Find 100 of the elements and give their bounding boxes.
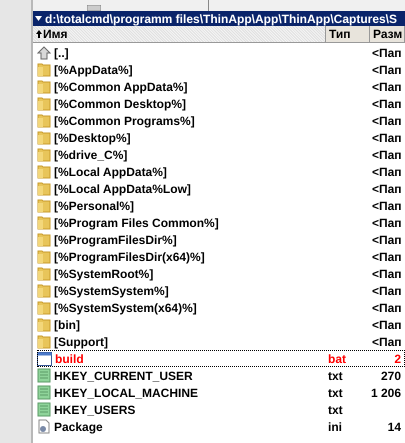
file-size: <Пап: [372, 78, 402, 96]
file-type: txt: [328, 368, 343, 382]
file-name: HKEY_USERS: [54, 402, 136, 418]
file-name: [Support]: [54, 334, 108, 350]
file-row[interactable]: [%Common Programs%] <Пап: [37, 112, 405, 129]
notepad-icon: [37, 402, 51, 417]
file-name: [%Program Files Common%]: [54, 214, 219, 232]
sort-arrow-icon: [36, 30, 42, 38]
file-row[interactable]: [%Common Desktop%] <Пап: [37, 95, 405, 112]
file-size: <Пап: [372, 214, 402, 232]
file-row[interactable]: [%Program Files Common%] <Пап: [37, 214, 405, 231]
folder-icon: [37, 62, 51, 77]
file-size: <Пап: [372, 44, 402, 62]
file-name: HKEY_LOCAL_MACHINE: [54, 384, 198, 402]
file-row[interactable]: [%Local AppData%Low] <Пап: [37, 180, 405, 197]
notepad-icon: [37, 368, 51, 383]
file-size: 270: [380, 368, 401, 384]
column-label: Разм: [373, 26, 402, 42]
folder-icon: [37, 266, 51, 281]
file-row[interactable]: [..] <Пап: [37, 44, 405, 61]
file-row[interactable]: HKEY_CURRENT_USER txt 270: [37, 367, 405, 384]
file-size: <Пап: [372, 300, 402, 316]
column-header[interactable]: Имя: [33, 26, 326, 43]
folder-icon: [37, 96, 51, 111]
file-row[interactable]: [%SystemRoot%] <Пап: [37, 265, 405, 282]
folder-icon: [37, 198, 51, 213]
file-row[interactable]: [%AppData%] <Пап: [37, 61, 405, 78]
file-name: Package: [54, 418, 103, 436]
file-row[interactable]: Package ini 14: [37, 418, 405, 435]
file-row[interactable]: [%Desktop%] <Пап: [37, 129, 405, 146]
file-row[interactable]: build bat 2: [37, 350, 405, 367]
file-size: 14: [388, 418, 401, 436]
dropdown-arrow-icon: [35, 16, 42, 21]
file-name: [%AppData%]: [54, 62, 133, 78]
file-type: bat: [328, 352, 346, 366]
file-name: [%SystemSystem%]: [54, 282, 169, 300]
file-size: <Пап: [372, 232, 402, 248]
file-row[interactable]: [%Local AppData%] <Пап: [37, 163, 405, 180]
file-size: <Пап: [372, 198, 402, 214]
column-header[interactable]: Разм: [370, 26, 405, 43]
file-name: [%SystemRoot%]: [54, 266, 154, 282]
file-name: build: [55, 350, 84, 368]
file-name: [%Common Programs%]: [54, 112, 195, 130]
file-size: <Пап: [372, 266, 402, 282]
file-size: 2: [394, 350, 401, 368]
file-size: <Пап: [372, 62, 402, 78]
folder-icon: [37, 317, 51, 332]
file-size: <Пап: [372, 282, 402, 300]
file-size: 1 206: [370, 384, 401, 402]
file-size: <Пап: [372, 316, 402, 334]
folder-icon: [37, 130, 51, 145]
file-row[interactable]: [%Personal%] <Пап: [37, 197, 405, 214]
folder-icon: [37, 113, 51, 128]
file-type: txt: [328, 402, 343, 416]
file-name: [..]: [54, 44, 69, 62]
file-size: <Пап: [372, 130, 402, 146]
folder-icon: [37, 283, 51, 298]
folder-icon: [37, 215, 51, 230]
file-size: <Пап: [372, 334, 402, 350]
file-row[interactable]: HKEY_LOCAL_MACHINE txt 1 206: [37, 384, 405, 401]
file-row[interactable]: [%ProgramFilesDir(x64)%] <Пап: [37, 248, 405, 265]
folder-icon: [37, 334, 51, 349]
file-size: <Пап: [372, 164, 402, 180]
drive-icon: [87, 5, 101, 11]
folder-icon: [37, 300, 51, 315]
window-icon: [37, 352, 52, 366]
file-name: [bin]: [54, 316, 80, 334]
file-type: txt: [328, 386, 343, 400]
file-size: <Пап: [372, 248, 402, 266]
file-name: [%ProgramFilesDir%]: [54, 232, 177, 248]
file-name: [%Personal%]: [54, 198, 134, 214]
file-row[interactable]: [%SystemSystem(x64)%] <Пап: [37, 299, 405, 316]
file-size: <Пап: [372, 180, 402, 198]
folder-icon: [37, 147, 51, 162]
file-name: [%Local AppData%]: [54, 164, 167, 180]
file-name: HKEY_CURRENT_USER: [54, 368, 193, 384]
column-label: Тип: [329, 26, 350, 42]
file-row[interactable]: [bin] <Пап: [37, 316, 405, 333]
column-header[interactable]: Тип: [326, 26, 370, 43]
folder-icon: [37, 164, 51, 179]
file-name: [%ProgramFilesDir(x64)%]: [54, 248, 205, 266]
folder-icon: [37, 181, 51, 196]
up-arrow-icon: [37, 46, 51, 60]
folder-icon: [37, 249, 51, 264]
file-row[interactable]: [%drive_C%] <Пап: [37, 146, 405, 163]
file-name: [%Common AppData%]: [54, 78, 188, 96]
folder-icon: [37, 79, 51, 94]
file-row[interactable]: [%SystemSystem%] <Пап: [37, 282, 405, 299]
file-row[interactable]: [%Common AppData%] <Пап: [37, 78, 405, 95]
column-label: Имя: [43, 26, 68, 42]
file-size: <Пап: [372, 146, 402, 164]
file-name: [%drive_C%]: [54, 146, 128, 164]
file-row[interactable]: HKEY_USERS txt: [37, 401, 405, 418]
file-name: [%SystemSystem(x64)%]: [54, 300, 197, 316]
notepad-icon: [37, 385, 51, 400]
file-name: [%Local AppData%Low]: [54, 180, 191, 198]
settings-file-icon: [37, 419, 51, 434]
file-name: [%Common Desktop%]: [54, 96, 186, 112]
file-row[interactable]: [%ProgramFilesDir%] <Пап: [37, 231, 405, 248]
file-row[interactable]: [Support] <Пап: [37, 333, 405, 350]
